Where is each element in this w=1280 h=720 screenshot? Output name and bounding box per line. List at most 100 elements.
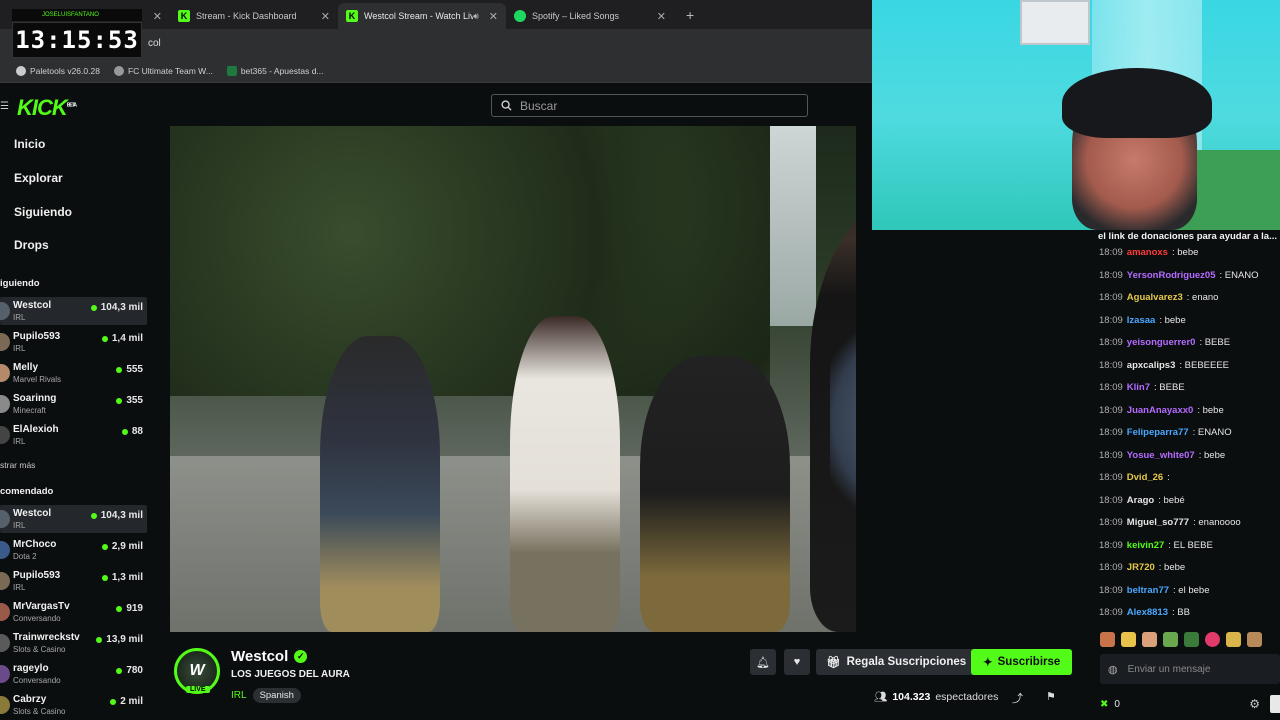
following-channel[interactable]: Soarinng Minecraft 355 [0,390,147,418]
follow-button[interactable]: ♥ [784,649,810,675]
recommended-channel[interactable]: Westcol IRL 104,3 mil [0,505,147,533]
viewer-count-row: 👥︎ 104.323 espectadores [874,690,998,704]
emote-icon[interactable] [1163,632,1178,647]
message-time: 18:09 [1099,337,1123,348]
share-icon[interactable]: ⤴ [1012,690,1023,706]
emote-icon[interactable] [1184,632,1199,647]
chat-message: 18:09 Klin7: BEBE [1099,382,1185,393]
viewer-count: 104.323 [892,690,931,703]
tab-kick-dashboard[interactable]: K Stream - Kick Dashboard ✕ [170,3,338,29]
report-icon[interactable]: ⚑ [1046,690,1056,703]
bookmark-label: bet365 - Apuestas d... [240,65,324,76]
following-channel[interactable]: Melly Marvel Rivals 555 [0,359,147,387]
send-button[interactable] [1270,695,1280,713]
recommended-channel[interactable]: MrChoco Dota 2 2,9 mil [0,536,147,564]
chat-panel: el link de donaciones para ayudar a la..… [1090,230,1280,720]
gift-subscriptions-button[interactable]: 🎁︎ Regala Suscripciones [816,649,977,675]
following-channel[interactable]: Westcol IRL 104,3 mil [0,297,147,325]
stream-title: LOS JUEGOS DEL AURA [231,669,350,680]
message-user[interactable]: Alex8813 [1127,607,1168,618]
channel-name: Soarinng [13,393,57,404]
emote-icon[interactable] [1100,632,1115,647]
bookmark-fc-ultimate-team[interactable]: FC Ultimate Team W... [113,65,213,76]
stream-category[interactable]: IRL [231,690,247,701]
message-user[interactable]: amanoxs [1127,247,1168,258]
close-icon[interactable]: ✕ [153,10,162,23]
show-more-link[interactable]: strar más [0,460,35,470]
notifications-button[interactable]: 🔔︎ [750,649,776,675]
close-icon[interactable]: ✕ [657,10,666,23]
message-user[interactable]: beltran77 [1127,585,1169,596]
streamer-name-row: Westcol ✓ [231,648,308,665]
message-user[interactable]: JuanAnayaxx0 [1127,405,1194,416]
message-user[interactable]: yeisonguerrer0 [1127,337,1196,348]
viewer-count: 355 [126,395,143,406]
channel-name: Trainwreckstv [13,632,80,643]
message-user[interactable]: keivin27 [1127,540,1165,551]
tab-westcol-stream[interactable]: K Westcol Stream - Watch Live 🔊︎ ✕ [338,3,506,29]
close-icon[interactable]: ✕ [321,10,330,23]
bookmark-paletools[interactable]: Paletools v26.0.28 [16,65,100,76]
close-icon[interactable]: ✕ [489,10,498,23]
points-icon[interactable]: ✖ [1100,699,1108,710]
message-text: : bebe [1198,450,1226,461]
video-player[interactable] [170,126,856,632]
recommended-channel[interactable]: Pupilo593 IRL 1,3 mil [0,567,147,595]
new-tab-icon[interactable]: + [686,7,694,23]
message-user[interactable]: JR720 [1127,562,1155,573]
emote-icon[interactable] [1205,632,1220,647]
message-user[interactable]: Agualvarez3 [1127,292,1183,303]
recommended-channel[interactable]: Trainwreckstv Slots & Casino 13,9 mil [0,629,147,657]
nav-explorar[interactable]: Explorar [14,171,63,185]
message-user[interactable]: Arago [1127,495,1154,506]
message-user[interactable]: YersonRodriguez05 [1127,270,1216,281]
clock-overlay: 13:15:53 [12,22,142,58]
language-tag[interactable]: Spanish [252,688,301,703]
emote-icon[interactable] [1226,632,1241,647]
video-trees [170,126,770,396]
live-dot-icon [116,605,123,612]
message-user[interactable]: Dvid_26 [1127,472,1163,483]
heart-icon: ♥ [793,656,801,668]
channel-category: IRL [13,437,26,446]
nav-inicio[interactable]: Inicio [14,137,45,151]
nav-drops[interactable]: Drops [14,238,49,252]
gear-icon[interactable]: ⚙ [1249,697,1260,711]
stream-info: W LIVE Westcol ✓ LOS JUEGOS DEL AURA IRL… [170,632,1080,720]
menu-icon[interactable]: ☰ [0,101,9,112]
emote-icon[interactable] [1247,632,1262,647]
avatar [0,510,10,528]
chat-message: 18:09 Miguel_so777: enanoooo [1099,517,1241,528]
channel-name: Cabrzy [13,694,47,705]
message-text: : bebe [1197,405,1224,416]
viewer-count: 88 [131,426,143,437]
following-channel[interactable]: Pupilo593 IRL 1,4 mil [0,328,147,356]
message-user[interactable]: apxcalips3 [1127,360,1176,371]
viewer-count: 104,3 mil [100,510,143,521]
nav-siguiendo[interactable]: Siguiendo [14,205,72,219]
recommended-channel[interactable]: Cabrzy Slots & Casino 2 mil [0,691,147,719]
message-user[interactable]: Felipeparra77 [1127,427,1189,438]
message-user[interactable]: Klin7 [1127,382,1150,393]
avatar-letter: W [189,662,205,679]
speaker-icon[interactable]: 🔊︎ [473,11,479,22]
emote-icon[interactable] [1121,632,1136,647]
message-user[interactable]: Miguel_so777 [1127,517,1189,528]
tab-spotify[interactable]: Spotify – Liked Songs ✕ [506,3,674,29]
chat-settings-icon[interactable]: ◍ [1108,663,1118,676]
message-user[interactable]: Izasaa [1127,315,1156,326]
kick-logo[interactable]: KICKBETA [17,95,77,121]
message-text: : ENANO [1192,427,1232,438]
emote-icon[interactable] [1142,632,1157,647]
recommended-channel[interactable]: MrVargasTv Conversando 919 [0,598,147,626]
bookmark-bet365[interactable]: bet365 - Apuestas d... [226,65,324,76]
channel-name: MrChoco [13,539,57,550]
chat-input[interactable]: ◍ Enviar un mensaje [1100,654,1280,684]
streamer-name[interactable]: Westcol [231,648,288,665]
message-user[interactable]: Yosue_white07 [1127,450,1195,461]
search-input[interactable]: Buscar [491,94,808,117]
recommended-channel[interactable]: rageylo Conversando 780 [0,660,147,688]
channel-name: Pupilo593 [13,570,61,581]
subscribe-button[interactable]: ✦ Suscribirse [971,649,1073,675]
following-channel[interactable]: ElAlexioh IRL 88 [0,421,147,449]
